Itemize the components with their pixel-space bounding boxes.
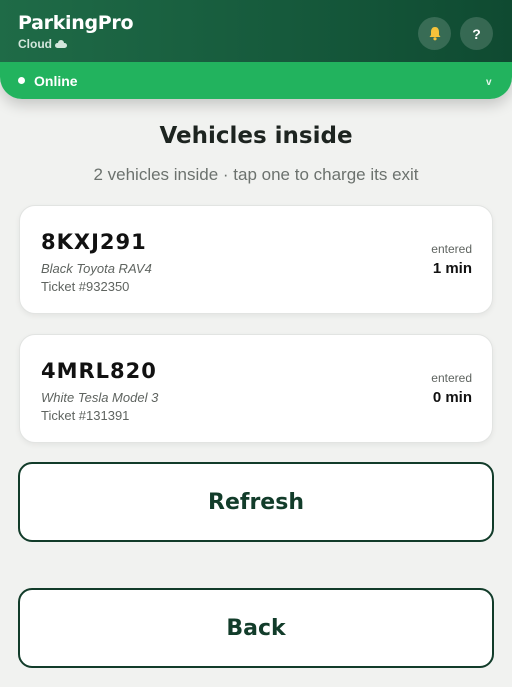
vehicle-card[interactable]: 8KXJ291 Black Toyota RAV4 Ticket #932350… bbox=[19, 205, 493, 314]
vehicle-card[interactable]: 4MRL820 White Tesla Model 3 Ticket #1313… bbox=[19, 334, 493, 443]
refresh-button[interactable]: Refresh bbox=[18, 462, 494, 542]
entered-label: entered bbox=[431, 242, 472, 256]
vehicle-description: White Tesla Model 3 bbox=[41, 390, 159, 405]
page-title: Vehicles inside bbox=[159, 123, 353, 149]
vehicle-description: Black Toyota RAV4 bbox=[41, 261, 152, 276]
connection-status-bar[interactable]: Online v bbox=[0, 62, 512, 99]
app-title: ParkingPro bbox=[18, 12, 134, 34]
cloud-icon bbox=[55, 40, 67, 48]
help-button[interactable]: ? bbox=[460, 17, 493, 50]
status-label: Online bbox=[34, 73, 78, 89]
back-button[interactable]: Back bbox=[18, 588, 494, 668]
entered-time: 0 min bbox=[432, 389, 472, 406]
license-plate: 8KXJ291 bbox=[41, 230, 147, 254]
entered-time: 1 min bbox=[432, 260, 472, 277]
entered-label: entered bbox=[431, 371, 472, 385]
chevron-down-icon[interactable]: v bbox=[486, 77, 492, 88]
app-header: ParkingPro Cloud ? Online v bbox=[0, 0, 512, 99]
ticket-number: Ticket #932350 bbox=[41, 279, 130, 294]
help-icon: ? bbox=[472, 25, 481, 42]
app-subtitle-label: Cloud bbox=[18, 37, 52, 51]
status-dot-icon bbox=[18, 77, 25, 84]
license-plate: 4MRL820 bbox=[41, 359, 157, 383]
notifications-button[interactable] bbox=[418, 17, 451, 50]
bell-icon bbox=[429, 27, 440, 41]
page-subtitle: 2 vehicles inside · tap one to charge it… bbox=[93, 165, 419, 184]
ticket-number: Ticket #131391 bbox=[41, 408, 130, 423]
app-subtitle: Cloud bbox=[18, 37, 67, 51]
app-root: ParkingPro Cloud ? Online v Vehicles ins… bbox=[0, 0, 512, 687]
top-bar: ParkingPro Cloud ? bbox=[0, 0, 512, 62]
